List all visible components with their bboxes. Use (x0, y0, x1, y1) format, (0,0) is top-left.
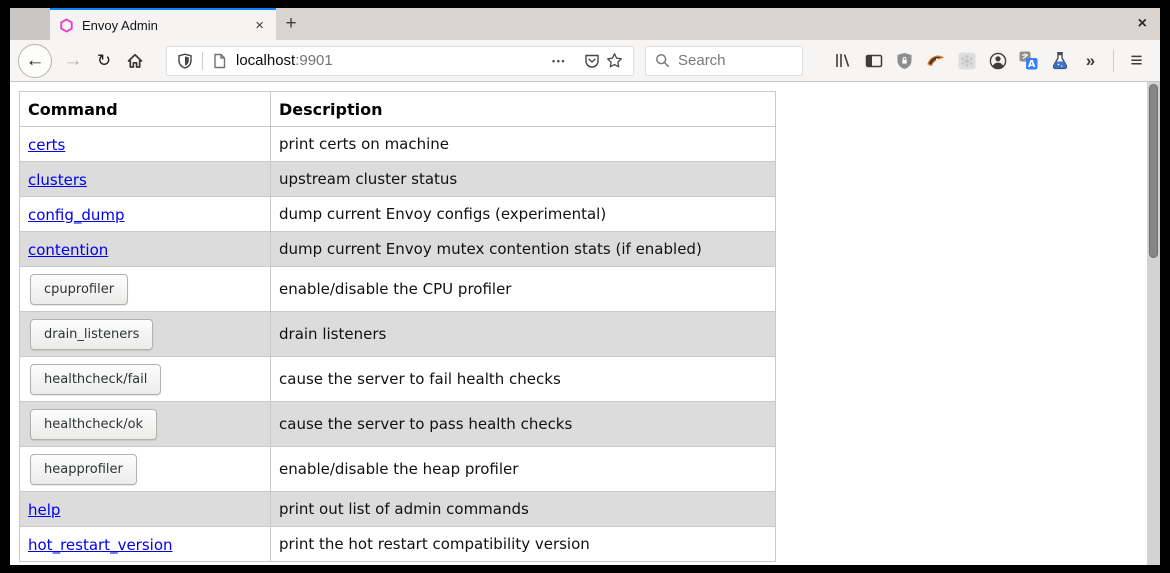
command-description: dump current Envoy configs (experimental… (271, 197, 776, 232)
search-placeholder: Search (678, 52, 726, 69)
pocket-save-icon[interactable] (584, 53, 600, 69)
command-link[interactable]: certs (28, 136, 65, 154)
command-cell: config_dump (20, 197, 271, 232)
flask-experiments-icon[interactable] (1044, 46, 1075, 76)
command-button[interactable]: drain_listeners (30, 319, 153, 350)
reload-icon: ↻ (97, 51, 111, 71)
command-description: enable/disable the heap profiler (271, 447, 776, 492)
page-actions-more-icon[interactable]: ••• (552, 56, 566, 66)
table-row: drain_listeners drain listeners (20, 312, 776, 357)
urlbar-divider (202, 52, 203, 70)
titlebar-spacer (10, 8, 50, 40)
command-link[interactable]: config_dump (28, 206, 125, 224)
table-body: certs print certs on machine clusters upstr… (20, 127, 776, 562)
command-description: print out list of admin commands (271, 492, 776, 527)
command-button[interactable]: heapprofiler (30, 454, 137, 485)
back-arrow-icon: ← (26, 50, 45, 72)
command-button[interactable]: healthcheck/fail (30, 364, 161, 395)
admin-commands-table: Command Description certs print certs on … (19, 91, 776, 562)
navigation-toolbar: ← → ↻ (10, 40, 1160, 82)
toolbar-icon-row: A » ≡ (827, 46, 1152, 76)
command-link[interactable]: clusters (28, 171, 87, 189)
screenshot-background: Envoy Admin × + × ← → ↻ (0, 0, 1170, 573)
command-link[interactable]: help (28, 501, 60, 519)
forward-button[interactable]: → (63, 50, 83, 72)
command-cell: certs (20, 127, 271, 162)
table-row: cpuprofiler enable/disable the CPU profil… (20, 267, 776, 312)
browser-window: Envoy Admin × + × ← → ↻ (10, 8, 1160, 565)
command-button[interactable]: healthcheck/ok (30, 409, 157, 440)
url-host: localhost (236, 52, 295, 69)
table-row: certs print certs on machine (20, 127, 776, 162)
tab-close-icon[interactable]: × (252, 17, 267, 34)
bookmark-star-icon[interactable] (606, 52, 623, 69)
command-description: drain listeners (271, 312, 776, 357)
table-row: healthcheck/fail cause the server to fail… (20, 357, 776, 402)
home-button[interactable] (125, 52, 145, 70)
command-cell: help (20, 492, 271, 527)
scrollbar[interactable] (1147, 82, 1160, 565)
command-cell: healthcheck/ok (20, 402, 271, 447)
url-port: :9901 (295, 52, 333, 69)
page-content: Command Description certs print certs on … (10, 82, 1160, 565)
table-row: healthcheck/ok cause the server to pass h… (20, 402, 776, 447)
table-row: help print out list of admin commands (20, 492, 776, 527)
command-description: print the hot restart compatibility vers… (271, 527, 776, 562)
new-tab-button[interactable]: + (276, 8, 306, 40)
library-icon[interactable] (827, 46, 858, 76)
command-cell: heapprofiler (20, 447, 271, 492)
overflow-chevron-icon[interactable]: » (1075, 46, 1106, 76)
command-cell: clusters (20, 162, 271, 197)
table-row: config_dump dump current Envoy configs (e… (20, 197, 776, 232)
table-row: heapprofiler enable/disable the heap prof… (20, 447, 776, 492)
command-description: cause the server to pass health checks (271, 402, 776, 447)
column-header-command: Command (20, 92, 271, 127)
home-icon (126, 52, 144, 70)
account-icon[interactable] (982, 46, 1013, 76)
tab-title: Envoy Admin (82, 18, 244, 33)
command-cell: hot_restart_version (20, 527, 271, 562)
table-row: contention dump current Envoy mutex conte… (20, 232, 776, 267)
tab-bar: Envoy Admin × + × (10, 8, 1160, 40)
page-info-icon[interactable] (212, 53, 227, 69)
command-description: dump current Envoy mutex contention stat… (271, 232, 776, 267)
command-cell: contention (20, 232, 271, 267)
command-cell: cpuprofiler (20, 267, 271, 312)
command-cell: drain_listeners (20, 312, 271, 357)
toolbar-separator (1113, 50, 1114, 72)
back-button[interactable]: ← (18, 44, 52, 78)
search-icon (655, 53, 670, 68)
window-close-button[interactable]: × (1138, 15, 1147, 33)
sidebar-toggle-icon[interactable] (858, 46, 889, 76)
command-link[interactable]: contention (28, 241, 108, 259)
command-description: enable/disable the CPU profiler (271, 267, 776, 312)
command-description: cause the server to fail health checks (271, 357, 776, 402)
translate-extension-icon[interactable]: A (1013, 46, 1044, 76)
translate-letter: A (1028, 59, 1036, 70)
command-description: print certs on machine (271, 127, 776, 162)
url-text[interactable]: localhost:9901 (236, 52, 333, 69)
reload-button[interactable]: ↻ (94, 51, 114, 71)
command-button[interactable]: cpuprofiler (30, 274, 128, 305)
disabled-extension-icon[interactable] (951, 46, 982, 76)
forward-arrow-icon: → (64, 50, 83, 72)
envoy-favicon-icon (59, 18, 74, 33)
command-cell: healthcheck/fail (20, 357, 271, 402)
tracking-protection-shield-icon[interactable] (177, 53, 193, 69)
column-header-description: Description (271, 92, 776, 127)
shield-lock-extension-icon[interactable] (889, 46, 920, 76)
url-bar[interactable]: localhost:9901 ••• (166, 46, 634, 76)
search-bar[interactable]: Search (645, 46, 803, 76)
table-header-row: Command Description (20, 92, 776, 127)
hamburger-menu-icon[interactable]: ≡ (1121, 46, 1152, 76)
fox-extension-icon[interactable] (920, 46, 951, 76)
table-row: hot_restart_version print the hot restart… (20, 527, 776, 562)
tab-envoy-admin[interactable]: Envoy Admin × (50, 8, 276, 40)
scrollbar-thumb[interactable] (1149, 84, 1158, 258)
command-description: upstream cluster status (271, 162, 776, 197)
command-link[interactable]: hot_restart_version (28, 536, 173, 554)
table-row: clusters upstream cluster status (20, 162, 776, 197)
